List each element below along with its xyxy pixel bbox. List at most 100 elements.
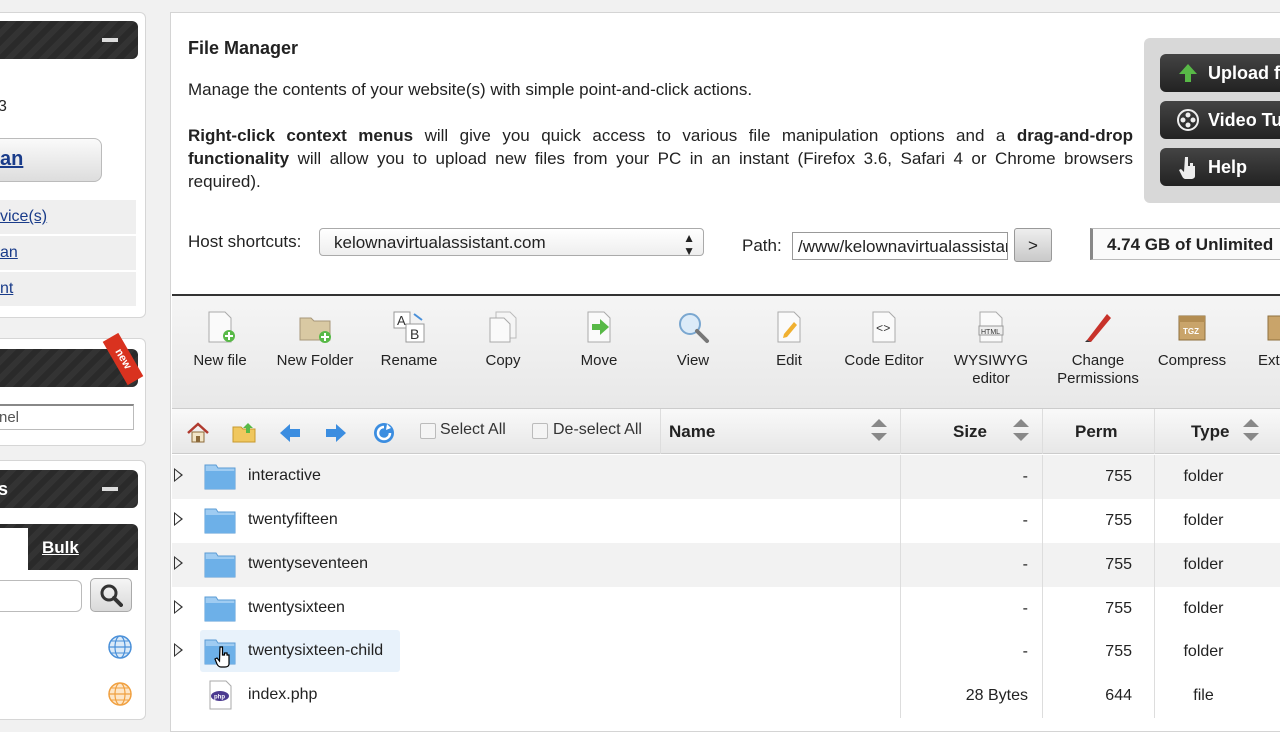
change-permissions-button[interactable]: Change Permissions bbox=[1046, 310, 1150, 388]
file-name[interactable]: interactive bbox=[248, 467, 321, 485]
wysiwyg-editor-label: WYSIWYG editor bbox=[953, 352, 1029, 387]
deselect-all-label[interactable]: De-select All bbox=[553, 421, 642, 439]
wysiwyg-editor-button[interactable]: HTML WYSIWYG editor bbox=[946, 310, 1036, 388]
desc-end: will allow you to upload new files from … bbox=[188, 149, 1133, 191]
permissions-pen-icon bbox=[1085, 314, 1111, 342]
edit-button[interactable]: Edit bbox=[756, 310, 822, 370]
sidebar-plan-button[interactable]: an bbox=[0, 138, 102, 182]
move-icon bbox=[587, 311, 611, 343]
path-input[interactable]: /www/kelownavirtualassistant.com bbox=[792, 232, 1008, 260]
magnifier-icon bbox=[679, 313, 709, 343]
code-editor-button[interactable]: <> Code Editor bbox=[838, 310, 930, 370]
film-reel-icon bbox=[1177, 109, 1199, 131]
expand-arrow-icon[interactable] bbox=[174, 556, 183, 570]
table-row[interactable]: interactive - 755 folder bbox=[172, 455, 1280, 499]
sidebar-account-number: 3 bbox=[0, 98, 7, 115]
file-name[interactable]: twentyfifteen bbox=[248, 511, 338, 529]
new-folder-label: New Folder bbox=[276, 352, 354, 369]
file-size: - bbox=[900, 587, 1036, 631]
hand-cursor-icon bbox=[214, 646, 230, 668]
folder-up-icon[interactable] bbox=[232, 421, 256, 445]
file-perm: 755 bbox=[1105, 600, 1132, 617]
help-button[interactable]: Help bbox=[1160, 148, 1280, 186]
path-go-button[interactable]: > bbox=[1014, 228, 1052, 262]
deselect-all-checkbox[interactable] bbox=[532, 423, 548, 439]
column-header-perm[interactable]: Perm bbox=[1042, 409, 1154, 454]
file-type: folder bbox=[1154, 587, 1252, 631]
video-tutorials-button[interactable]: Video Tu bbox=[1160, 101, 1280, 139]
table-row[interactable]: twentyseventeen - 755 folder bbox=[172, 543, 1280, 587]
table-row[interactable]: twentysixteen-child - 755 folder bbox=[172, 630, 1280, 674]
expand-arrow-icon[interactable] bbox=[174, 600, 183, 614]
sidebar-tabs: Bulk bbox=[0, 524, 138, 570]
home-icon[interactable] bbox=[186, 421, 210, 445]
extract-label: Ext bbox=[1258, 352, 1280, 369]
sidebar-search-input[interactable] bbox=[0, 580, 82, 612]
refresh-icon[interactable] bbox=[372, 421, 396, 445]
move-button[interactable]: Move bbox=[566, 310, 632, 370]
file-type: folder bbox=[1154, 630, 1252, 674]
file-perm: 644 bbox=[1105, 687, 1132, 704]
tab-single[interactable] bbox=[0, 528, 28, 570]
table-row[interactable]: twentyfifteen - 755 folder bbox=[172, 499, 1280, 543]
sidebar-panel-tools-header[interactable]: s bbox=[0, 470, 138, 508]
page-description: Manage the contents of your website(s) w… bbox=[188, 80, 753, 99]
expand-arrow-icon[interactable] bbox=[174, 643, 183, 657]
select-all-label[interactable]: Select All bbox=[440, 421, 506, 439]
sidebar-panel-account-header[interactable] bbox=[0, 21, 138, 59]
host-shortcuts-value: kelownavirtualassistant.com bbox=[334, 233, 546, 252]
file-grid-header: Select All De-select All Name Size Perm … bbox=[172, 408, 1280, 454]
sidebar-domain-input[interactable]: nel bbox=[0, 404, 134, 430]
file-type: folder bbox=[1154, 499, 1252, 543]
sidebar-link-account[interactable]: nt bbox=[0, 272, 136, 306]
sidebar-link-services[interactable]: vice(s) bbox=[0, 200, 136, 234]
table-row[interactable]: twentysixteen - 755 folder bbox=[172, 587, 1280, 631]
expand-arrow-icon[interactable] bbox=[174, 468, 183, 482]
upload-button[interactable]: Upload f bbox=[1160, 54, 1280, 92]
new-file-button[interactable]: New file bbox=[186, 310, 254, 370]
rename-button[interactable]: AB Rename bbox=[376, 310, 442, 370]
file-name[interactable]: twentysixteen bbox=[248, 599, 345, 617]
tab-bulk[interactable]: Bulk bbox=[42, 538, 79, 558]
table-row[interactable]: php index.php 28 Bytes 644 file bbox=[172, 674, 1280, 718]
file-name[interactable]: twentysixteen-child bbox=[248, 642, 383, 660]
collapse-icon[interactable] bbox=[102, 487, 118, 491]
file-name[interactable]: twentyseventeen bbox=[248, 555, 368, 573]
copy-button[interactable]: Copy bbox=[470, 310, 536, 370]
code-editor-label: Code Editor bbox=[844, 352, 924, 369]
column-header-name[interactable]: Name bbox=[660, 409, 900, 454]
column-header-type[interactable]: Type bbox=[1154, 409, 1280, 454]
column-perm-label: Perm bbox=[1075, 422, 1118, 441]
select-all-checkbox[interactable] bbox=[420, 423, 436, 439]
svg-text:A: A bbox=[397, 313, 406, 328]
back-arrow-icon[interactable] bbox=[278, 421, 302, 445]
compress-button[interactable]: TGZ Compress bbox=[1152, 310, 1232, 370]
new-folder-button[interactable]: New Folder bbox=[270, 310, 360, 370]
view-button[interactable]: View bbox=[660, 310, 726, 370]
sidebar-search-button[interactable] bbox=[90, 578, 132, 612]
file-name[interactable]: index.php bbox=[248, 686, 317, 704]
column-header-size[interactable]: Size bbox=[900, 409, 1042, 454]
file-toolbar: New file New Folder AB Rename Copy Move … bbox=[172, 294, 1280, 408]
sidebar-link-plan[interactable]: an bbox=[0, 236, 136, 270]
code-editor-icon: <> bbox=[872, 311, 896, 343]
forward-arrow-icon[interactable] bbox=[324, 421, 348, 445]
folder-icon bbox=[204, 596, 236, 622]
host-shortcuts-select[interactable]: kelownavirtualassistant.com ▲ ▼ bbox=[319, 228, 704, 258]
file-perm: 755 bbox=[1105, 556, 1132, 573]
column-size-label: Size bbox=[953, 422, 988, 441]
file-size: - bbox=[900, 630, 1036, 674]
new-file-label: New file bbox=[193, 352, 247, 369]
globe-orange-icon[interactable] bbox=[107, 681, 133, 707]
extract-button[interactable]: Ext bbox=[1258, 310, 1280, 370]
folder-icon bbox=[204, 552, 236, 578]
expand-arrow-icon[interactable] bbox=[174, 512, 183, 526]
upload-button-label: Upload f bbox=[1208, 63, 1280, 83]
desc-mid: will give you quick access to various fi… bbox=[413, 126, 1017, 145]
file-size: - bbox=[900, 499, 1036, 543]
page-title: File Manager bbox=[188, 38, 299, 58]
collapse-icon[interactable] bbox=[102, 38, 118, 42]
sidebar: 3 an vice(s) an nt new nel s Bulk bbox=[0, 0, 150, 720]
globe-icon[interactable] bbox=[107, 634, 133, 660]
copy-label: Copy bbox=[485, 352, 521, 369]
